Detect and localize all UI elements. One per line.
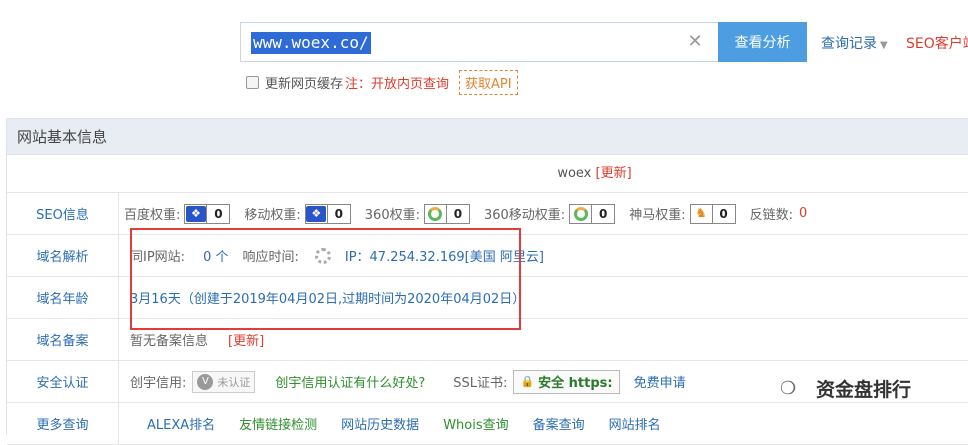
s360-ring-icon (428, 206, 443, 221)
backlinks-label: 反链数: (749, 208, 793, 223)
s360m-weight-label: 360移动权重: (483, 208, 566, 223)
get-api-button[interactable]: 获取API (459, 69, 518, 95)
more-query-row: 更多查询 ALEXA排名 友情链接检测 网站历史数据 Whois查询 备案查询 … (7, 403, 968, 445)
cert-label: 创宇信用: (130, 376, 187, 391)
s360-weight-value: 0 (453, 206, 463, 221)
baidu-weight-label: 百度权重: (124, 208, 181, 223)
refresh-cache-row: 更新网页缓存 注：开放内页查询 获取API (246, 69, 518, 95)
shenma-weight-badge[interactable]: ♞ 0 (689, 203, 736, 224)
search-input[interactable]: www.woex.co/ ✕ (240, 22, 718, 62)
ssl-apply-link[interactable]: 免费申请 (634, 372, 686, 391)
red-highlight-box (130, 228, 521, 330)
s360m-weight-badge[interactable]: 0 (569, 203, 616, 224)
domain-age-label: 域名年龄 (7, 277, 119, 318)
more-link-history[interactable]: 网站历史数据 (341, 414, 419, 433)
site-update-link[interactable]: [更新] (596, 166, 632, 181)
ssl-badge-text: 安全 https: (538, 376, 613, 391)
shenma-fox-icon: ♞ (695, 206, 707, 221)
seo-client-link[interactable]: SEO客户端 (906, 33, 968, 53)
s360-ring-icon (573, 206, 588, 221)
more-link-friend-links[interactable]: 友情链接检测 (239, 414, 317, 433)
top-search-bar: www.woex.co/ ✕ 查看分析 查询记录▼ SEO客户端 更新网页缓存 … (0, 0, 968, 108)
ssl-badge[interactable]: 🔒 安全 https: (513, 369, 620, 394)
refresh-cache-label: 更新网页缓存 (265, 76, 344, 92)
more-link-icp[interactable]: 备案查询 (533, 414, 585, 433)
inner-page-note: 注：开放内页查询 (345, 76, 450, 92)
search-input-value[interactable]: www.woex.co/ (251, 32, 371, 54)
panel-title: 网站基本信息 (7, 118, 968, 155)
analyze-button[interactable]: 查看分析 (718, 22, 807, 62)
shenma-weight-value: 0 (719, 206, 728, 221)
watermark-text: 资金盘排行 (816, 379, 912, 401)
s360m-weight-value: 0 (599, 206, 608, 221)
cert-benefit-link[interactable]: 创宇信用认证有什么好处? (275, 372, 425, 391)
mobile-weight-label: 移动权重: (244, 208, 301, 223)
ssl-label: SSL证书: (453, 376, 508, 391)
icp-value: 暂无备案信息 (130, 334, 209, 349)
verified-v-icon: V (197, 373, 214, 390)
mobile-weight-value: 0 (334, 206, 343, 221)
s360-weight-badge[interactable]: 0 (423, 203, 470, 224)
wechat-icon: ❍ (780, 377, 797, 399)
lock-icon: 🔒 (520, 375, 535, 388)
icp-label: 域名备案 (7, 319, 119, 360)
security-label: 安全认证 (7, 361, 119, 402)
mobile-weight-badge[interactable]: ❖ 0 (304, 203, 351, 224)
close-icon[interactable]: ✕ (686, 32, 704, 52)
wechat-watermark: ❍ 资金盘排行 (780, 375, 911, 402)
more-link-rank[interactable]: 网站排名 (609, 414, 661, 433)
site-name-row: woex [更新] (7, 155, 968, 193)
baidu-paw-icon: ❖ (185, 205, 206, 222)
seo-label: SEO信息 (7, 193, 119, 234)
cert-badge-text: 未认证 (217, 375, 251, 389)
more-query-label: 更多查询 (7, 403, 119, 444)
baidu-weight-badge[interactable]: ❖ 0 (184, 203, 231, 224)
query-history-label: 查询记录 (821, 36, 877, 52)
shenma-weight-label: 神马权重: (629, 208, 686, 223)
chevron-down-icon: ▼ (880, 40, 888, 51)
refresh-cache-checkbox[interactable] (246, 75, 259, 89)
dns-label: 域名解析 (7, 235, 119, 276)
baidu-paw-icon: ❖ (306, 205, 327, 222)
more-link-whois[interactable]: Whois查询 (443, 414, 508, 433)
query-history-dropdown[interactable]: 查询记录 ▼ (821, 33, 888, 53)
s360-weight-label: 360权重: (364, 208, 420, 223)
more-link-alexa[interactable]: ALEXA排名 (147, 414, 215, 433)
cert-badge[interactable]: V 未认证 (192, 370, 256, 393)
site-name: woex (557, 166, 592, 181)
baidu-weight-value: 0 (214, 206, 223, 221)
backlinks-value[interactable]: 0 (799, 206, 807, 221)
icp-update-link[interactable]: [更新] (228, 330, 264, 349)
